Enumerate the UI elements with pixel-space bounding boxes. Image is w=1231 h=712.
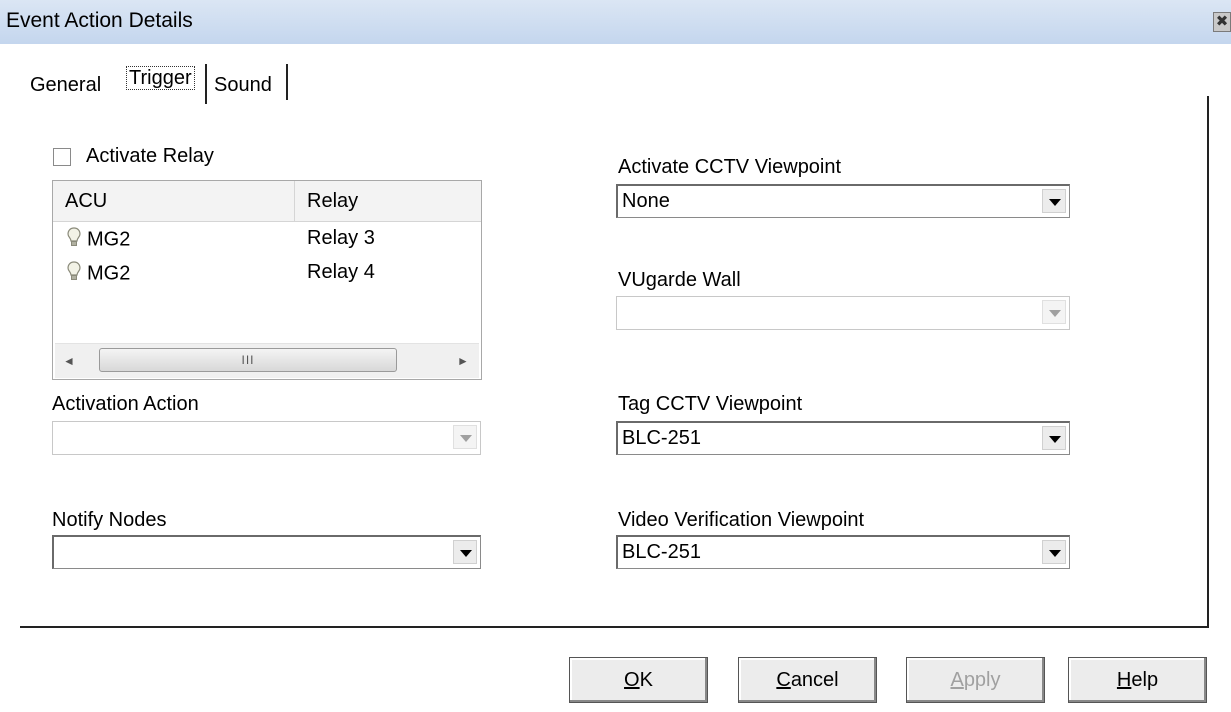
acu-cell: MG2 <box>67 261 130 287</box>
activation-action-label: Activation Action <box>52 393 199 415</box>
title-bar: Event Action Details ✖ <box>0 0 1231 44</box>
panel-border-right <box>1207 96 1209 628</box>
help-label-rest: elp <box>1131 669 1159 691</box>
scrollbar-thumb[interactable]: III <box>99 348 397 372</box>
tab-general[interactable]: General <box>30 74 101 97</box>
video-verification-value: BLC-251 <box>622 541 701 563</box>
scroll-right-icon[interactable]: ► <box>455 352 471 370</box>
window-title: Event Action Details <box>6 9 193 32</box>
ok-mnemonic: O <box>624 669 640 691</box>
list-item[interactable]: MG2 Relay 4 <box>53 259 481 289</box>
apply-mnemonic: A <box>950 669 964 691</box>
tab-strip: General Trigger Sound <box>0 60 600 104</box>
lightbulb-icon <box>67 261 81 287</box>
relay-list-header: ACU Relay <box>53 181 481 222</box>
video-verification-dropdown[interactable]: BLC-251 <box>616 535 1070 569</box>
acu-name: MG2 <box>87 228 131 251</box>
cancel-button[interactable]: Cancel <box>738 657 877 703</box>
vugarde-wall-label: VUgarde Wall <box>618 269 741 291</box>
tab-divider <box>286 64 288 100</box>
activation-action-dropdown[interactable] <box>52 421 481 455</box>
vugarde-wall-dropdown[interactable] <box>616 296 1070 330</box>
tab-divider <box>205 64 207 104</box>
cancel-mnemonic: C <box>776 669 791 691</box>
relay-cell: Relay 3 <box>307 227 375 249</box>
acu-cell: MG2 <box>67 227 130 253</box>
chevron-down-icon[interactable] <box>453 425 477 449</box>
notify-nodes-label: Notify Nodes <box>52 509 167 531</box>
activate-relay-label: Activate Relay <box>86 145 214 167</box>
cancel-label-rest: ancel <box>790 669 839 691</box>
activate-relay-checkbox[interactable] <box>53 148 71 166</box>
tab-trigger[interactable]: Trigger <box>121 64 199 93</box>
cctv-viewpoint-label: Activate CCTV Viewpoint <box>618 156 842 178</box>
help-button[interactable]: Help <box>1068 657 1207 703</box>
chevron-down-icon[interactable] <box>1042 426 1066 450</box>
chevron-down-icon[interactable] <box>1042 540 1066 564</box>
acu-name: MG2 <box>87 262 131 285</box>
panel-border-bottom <box>20 626 1209 628</box>
tag-cctv-value: BLC-251 <box>622 427 701 449</box>
column-header-relay[interactable]: Relay <box>295 181 481 221</box>
ok-label-rest: K <box>639 669 653 691</box>
chevron-down-icon[interactable] <box>453 540 477 564</box>
tab-sound[interactable]: Sound <box>214 74 272 97</box>
chevron-down-icon[interactable] <box>1042 189 1066 213</box>
apply-label-rest: pply <box>963 669 1001 691</box>
ok-button[interactable]: OK <box>569 657 708 703</box>
tab-trigger-label: Trigger <box>126 66 195 90</box>
tag-cctv-label: Tag CCTV Viewpoint <box>618 393 803 415</box>
help-mnemonic: H <box>1116 669 1132 691</box>
column-header-acu[interactable]: ACU <box>53 181 295 221</box>
relay-cell: Relay 4 <box>307 261 375 283</box>
horizontal-scrollbar[interactable]: ◄ III ► <box>55 343 479 378</box>
cctv-viewpoint-value: None <box>622 190 670 212</box>
cctv-viewpoint-dropdown[interactable]: None <box>616 184 1070 218</box>
tag-cctv-dropdown[interactable]: BLC-251 <box>616 421 1070 455</box>
chevron-down-icon[interactable] <box>1042 300 1066 324</box>
close-icon[interactable]: ✖ <box>1213 12 1231 32</box>
lightbulb-icon <box>67 227 81 253</box>
video-verification-label: Video Verification Viewpoint <box>618 509 865 531</box>
list-item[interactable]: MG2 Relay 3 <box>53 225 481 255</box>
apply-button[interactable]: Apply <box>906 657 1045 703</box>
notify-nodes-dropdown[interactable] <box>52 535 481 569</box>
relay-list[interactable]: ACU Relay MG2 Relay 3 MG2 Relay 4 ◄ III … <box>52 180 482 380</box>
scroll-left-icon[interactable]: ◄ <box>61 352 77 370</box>
